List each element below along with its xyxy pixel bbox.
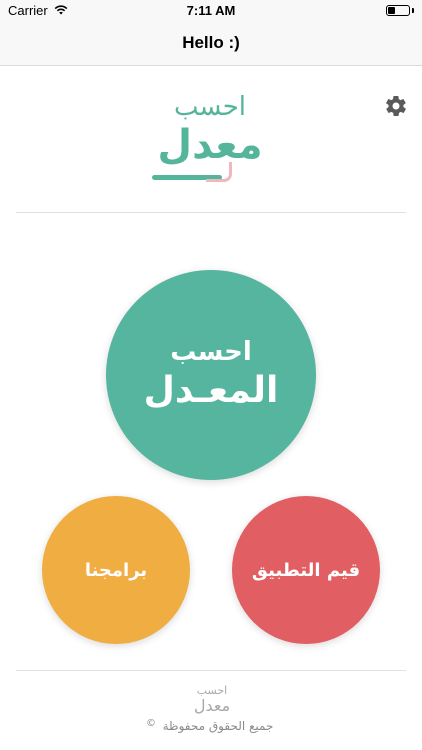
logo-title: احسب — [173, 92, 247, 122]
copyright-symbol: © — [146, 718, 156, 729]
our-apps-label: برامجنا — [84, 559, 148, 581]
calculate-line1: احسب — [170, 336, 252, 367]
battery-icon — [386, 5, 410, 16]
logo-accent — [206, 162, 232, 182]
gear-icon[interactable] — [384, 94, 408, 118]
our-apps-button[interactable]: برامجنا — [42, 496, 190, 644]
bottom-divider — [16, 670, 406, 671]
battery-tip — [412, 8, 414, 13]
status-bar: Carrier 7:11 AM — [0, 0, 422, 22]
rate-app-button[interactable]: قيم التطبيق — [232, 496, 380, 644]
copyright-text: جميع الحقوق محفوظة — [162, 719, 274, 733]
nav-title: Hello :) — [182, 33, 240, 52]
app-logo: احسب معدل — [140, 92, 280, 190]
calculate-line2: المعـدل — [143, 370, 279, 412]
footer-logo-main: معدل — [193, 696, 231, 715]
calculate-gpa-button[interactable]: احسب المعـدل — [106, 270, 316, 480]
status-time: 7:11 AM — [186, 3, 236, 18]
rate-app-label: قيم التطبيق — [251, 559, 361, 581]
battery-level — [388, 7, 395, 14]
top-divider — [16, 212, 406, 213]
navigation-bar: Hello :) — [0, 22, 422, 66]
footer-logo: احسب معدل — [184, 684, 240, 716]
